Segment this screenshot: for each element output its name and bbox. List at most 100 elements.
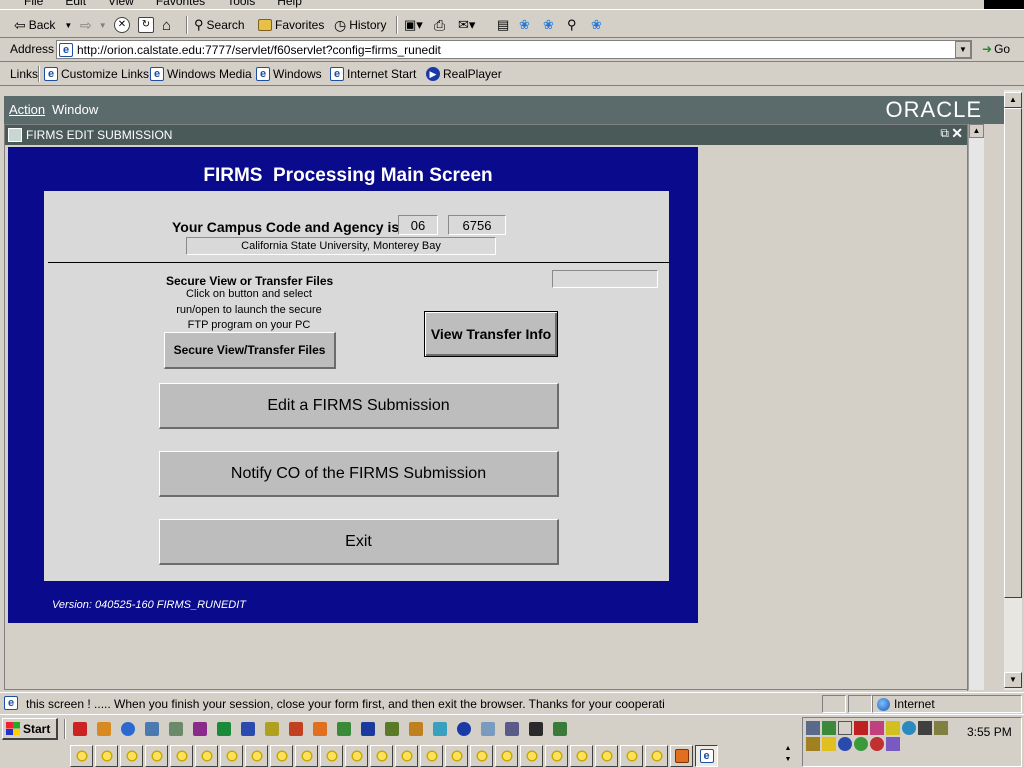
taskbar-scroll[interactable]: ▲ ▼ — [780, 743, 796, 767]
task-button[interactable] — [520, 745, 543, 767]
link-windows-media[interactable]: e Windows Media — [150, 64, 252, 84]
quick-launch-app-icon[interactable] — [334, 719, 354, 739]
menu-file[interactable]: File — [24, 0, 43, 8]
tray-icon[interactable] — [870, 721, 884, 735]
tray-icon[interactable] — [806, 721, 820, 735]
search-button[interactable]: ⚲ Search — [194, 14, 245, 36]
task-button[interactable] — [545, 745, 568, 767]
campus-code-field[interactable]: 06 — [398, 215, 438, 235]
task-button[interactable] — [220, 745, 243, 767]
menu-edit[interactable]: Edit — [65, 0, 86, 8]
tray-icon[interactable] — [854, 721, 868, 735]
quick-launch-ie-icon[interactable] — [118, 719, 138, 739]
messenger3-button[interactable]: ❀ — [591, 14, 602, 36]
task-button[interactable] — [645, 745, 668, 767]
task-button[interactable] — [195, 745, 218, 767]
messenger-button[interactable]: ❀ — [519, 14, 530, 36]
forms-vertical-scrollbar[interactable]: ▲ — [968, 124, 984, 690]
clock[interactable]: 3:55 PM — [967, 725, 1012, 739]
link-customize-links[interactable]: e Customize Links — [44, 64, 149, 84]
link-windows[interactable]: e Windows — [256, 64, 322, 84]
back-button[interactable]: ⇦ Back ▼ — [14, 14, 72, 36]
task-button[interactable] — [95, 745, 118, 767]
quick-launch-word-icon[interactable] — [358, 719, 378, 739]
tray-icon[interactable] — [806, 737, 820, 751]
media-button[interactable]: ▣▾ — [404, 14, 423, 36]
quick-launch-app-icon[interactable] — [190, 719, 210, 739]
quick-launch-app-icon[interactable] — [526, 719, 546, 739]
scroll-thumb[interactable] — [1004, 108, 1022, 598]
tray-icon[interactable] — [902, 721, 916, 735]
restore-icon[interactable]: ⧉ — [940, 126, 949, 141]
scroll-up-icon[interactable]: ▲ — [969, 124, 984, 138]
start-button[interactable]: Start — [2, 718, 58, 740]
task-button[interactable] — [595, 745, 618, 767]
favorites-button[interactable]: Favorites — [258, 14, 324, 36]
link-realplayer[interactable]: ▶ RealPlayer — [426, 64, 502, 84]
scroll-up-button[interactable]: ▲ — [1004, 92, 1022, 108]
quick-launch-app-icon[interactable] — [238, 719, 258, 739]
link-internet-start[interactable]: e Internet Start — [330, 64, 416, 84]
tray-icon[interactable] — [854, 737, 868, 751]
task-button[interactable] — [470, 745, 493, 767]
refresh-button[interactable]: ↻ — [138, 14, 154, 36]
quick-launch-app-icon[interactable] — [502, 719, 522, 739]
task-button[interactable] — [145, 745, 168, 767]
close-icon[interactable]: ✕ — [951, 125, 963, 142]
history-button[interactable]: ◷ History — [334, 14, 387, 36]
scroll-down-button[interactable]: ▼ — [1004, 672, 1022, 688]
tray-icon[interactable] — [886, 737, 900, 751]
menu-window[interactable]: Window — [52, 102, 98, 117]
task-button[interactable] — [370, 745, 393, 767]
quick-launch-excel-icon[interactable] — [214, 719, 234, 739]
edit-submission-button[interactable]: Edit a FIRMS Submission — [159, 383, 559, 429]
task-button[interactable] — [345, 745, 368, 767]
task-button[interactable] — [445, 745, 468, 767]
tray-icon[interactable] — [934, 721, 948, 735]
task-button[interactable] — [120, 745, 143, 767]
quick-launch-app-icon[interactable] — [406, 719, 426, 739]
forward-button[interactable]: ⇨ ▼ — [80, 14, 107, 36]
task-button-app[interactable] — [670, 745, 693, 767]
tray-icon[interactable] — [838, 737, 852, 751]
task-button[interactable] — [295, 745, 318, 767]
tray-icon[interactable] — [870, 737, 884, 751]
quick-launch-acrobat-icon[interactable] — [70, 719, 90, 739]
task-button[interactable] — [245, 745, 268, 767]
home-button[interactable]: ⌂ — [162, 14, 171, 36]
quick-launch-tools-icon[interactable] — [94, 719, 114, 739]
speaker-icon[interactable] — [838, 721, 852, 735]
menu-view[interactable]: View — [108, 0, 134, 8]
quick-launch-app-icon[interactable] — [478, 719, 498, 739]
tray-icon[interactable] — [822, 721, 836, 735]
quick-launch-app-icon[interactable] — [550, 719, 570, 739]
menu-favorites[interactable]: Favorites — [156, 0, 205, 8]
stop-button[interactable]: ✕ — [114, 14, 130, 36]
discuss-button[interactable]: ⚲ — [567, 14, 577, 36]
task-button-ie-active[interactable]: e — [695, 745, 718, 767]
task-button[interactable] — [620, 745, 643, 767]
quick-launch-app-icon[interactable] — [454, 719, 474, 739]
tray-icon[interactable] — [822, 737, 836, 751]
edit-page-button[interactable]: ▤ — [497, 14, 509, 36]
quick-launch-app-icon[interactable] — [286, 719, 306, 739]
quick-launch-app-icon[interactable] — [262, 719, 282, 739]
go-button[interactable]: ➜ Go — [982, 42, 1010, 56]
mail-button[interactable]: ✉▾ — [458, 14, 475, 36]
campus-name-field[interactable]: California State University, Monterey Ba… — [186, 237, 496, 255]
print-button[interactable]: ⎙ — [434, 14, 445, 36]
menu-tools[interactable]: Tools — [227, 0, 255, 8]
address-input[interactable]: e http://orion.calstate.edu:7777/servlet… — [56, 40, 972, 59]
menu-help[interactable]: Help — [277, 0, 302, 8]
task-button[interactable] — [170, 745, 193, 767]
task-button[interactable] — [495, 745, 518, 767]
browser-vertical-scrollbar[interactable]: ▲ ▼ — [1004, 90, 1022, 690]
secure-transfer-button[interactable]: Secure View/Transfer Files — [164, 332, 336, 369]
quick-launch-app-icon[interactable] — [382, 719, 402, 739]
agency-code-field[interactable]: 6756 — [448, 215, 506, 235]
task-button[interactable] — [320, 745, 343, 767]
task-button[interactable] — [570, 745, 593, 767]
status-field[interactable] — [552, 270, 658, 288]
menu-action[interactable]: Action — [9, 102, 45, 117]
notify-co-button[interactable]: Notify CO of the FIRMS Submission — [159, 451, 559, 497]
